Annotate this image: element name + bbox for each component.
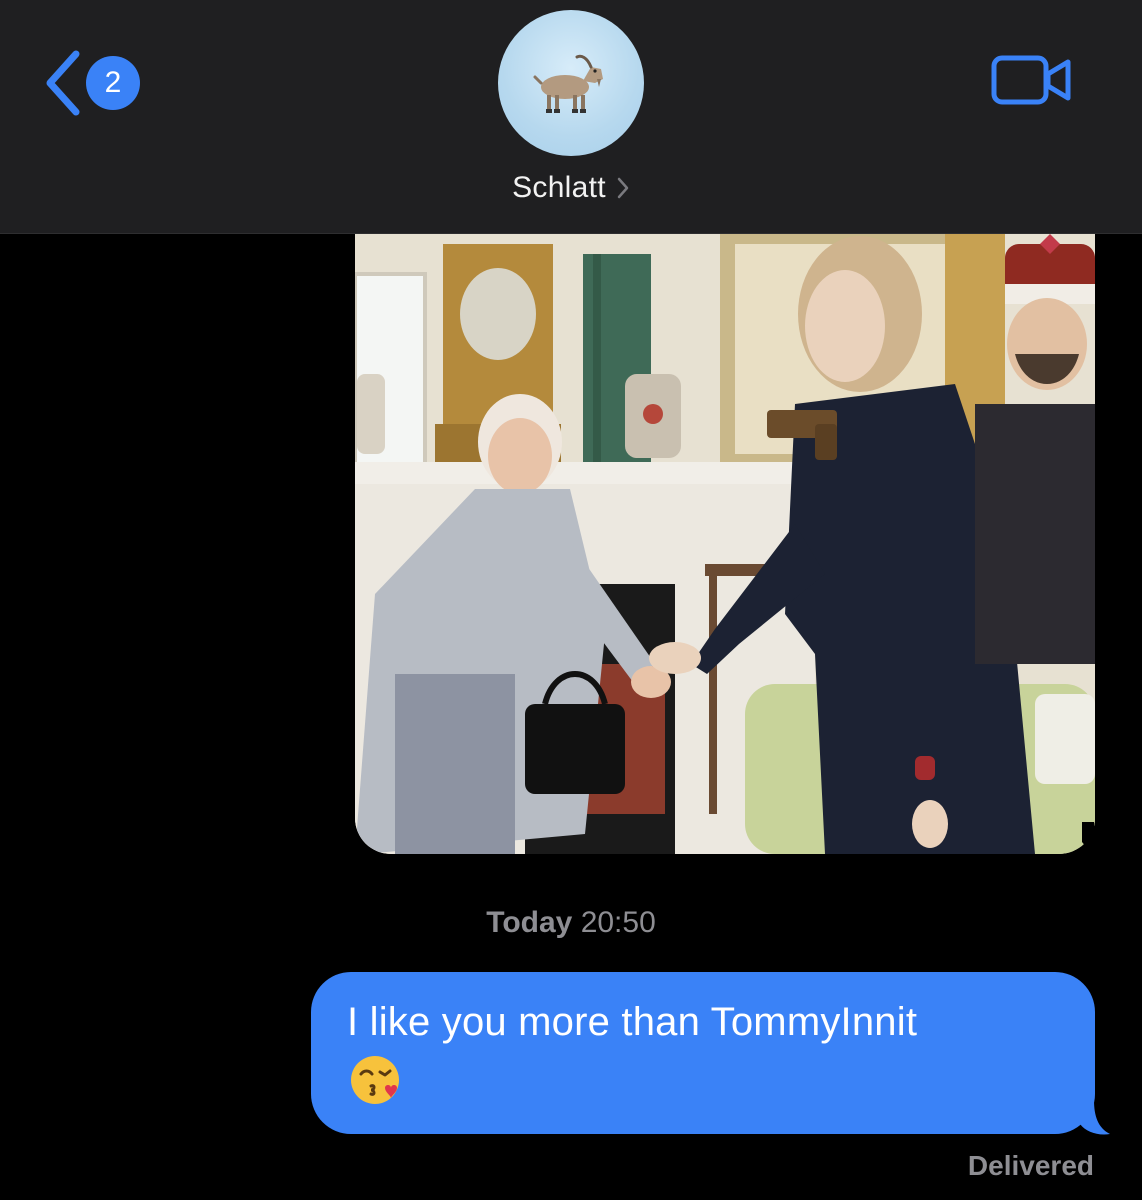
contact-name-row[interactable]: Schlatt [0, 168, 1142, 208]
photo-bubble-tail [1082, 822, 1110, 854]
contact-name: Schlatt [512, 171, 606, 204]
timestamp-time: 20:50 [580, 906, 656, 939]
conversation-header: 2 Schlatt [0, 0, 1142, 234]
avatar[interactable] [498, 10, 644, 156]
unread-count-badge: 2 [86, 56, 140, 110]
goat-icon [533, 54, 603, 113]
photo-message[interactable] [355, 234, 1095, 854]
photo-attachment-image [355, 234, 1095, 854]
delivery-status: Delivered [967, 1150, 1094, 1181]
messages-screen: 2 Schlatt Today 20:50 I like you more th… [0, 0, 1142, 1200]
video-camera-icon[interactable] [990, 52, 1074, 110]
message-bubble-tail [1080, 1100, 1110, 1135]
chevron-right-icon [617, 177, 629, 199]
message-timestamp: Today 20:50 [0, 906, 1142, 940]
back-button[interactable]: 2 [40, 48, 160, 118]
chevron-left-icon [46, 50, 80, 116]
message-text: I like you more than TommyInnit [347, 1000, 918, 1044]
timestamp-day: Today [486, 906, 573, 939]
outgoing-message-bubble[interactable]: I like you more than TommyInnit [311, 972, 1095, 1134]
kissing-face-with-heart-emoji-icon [351, 1056, 399, 1104]
